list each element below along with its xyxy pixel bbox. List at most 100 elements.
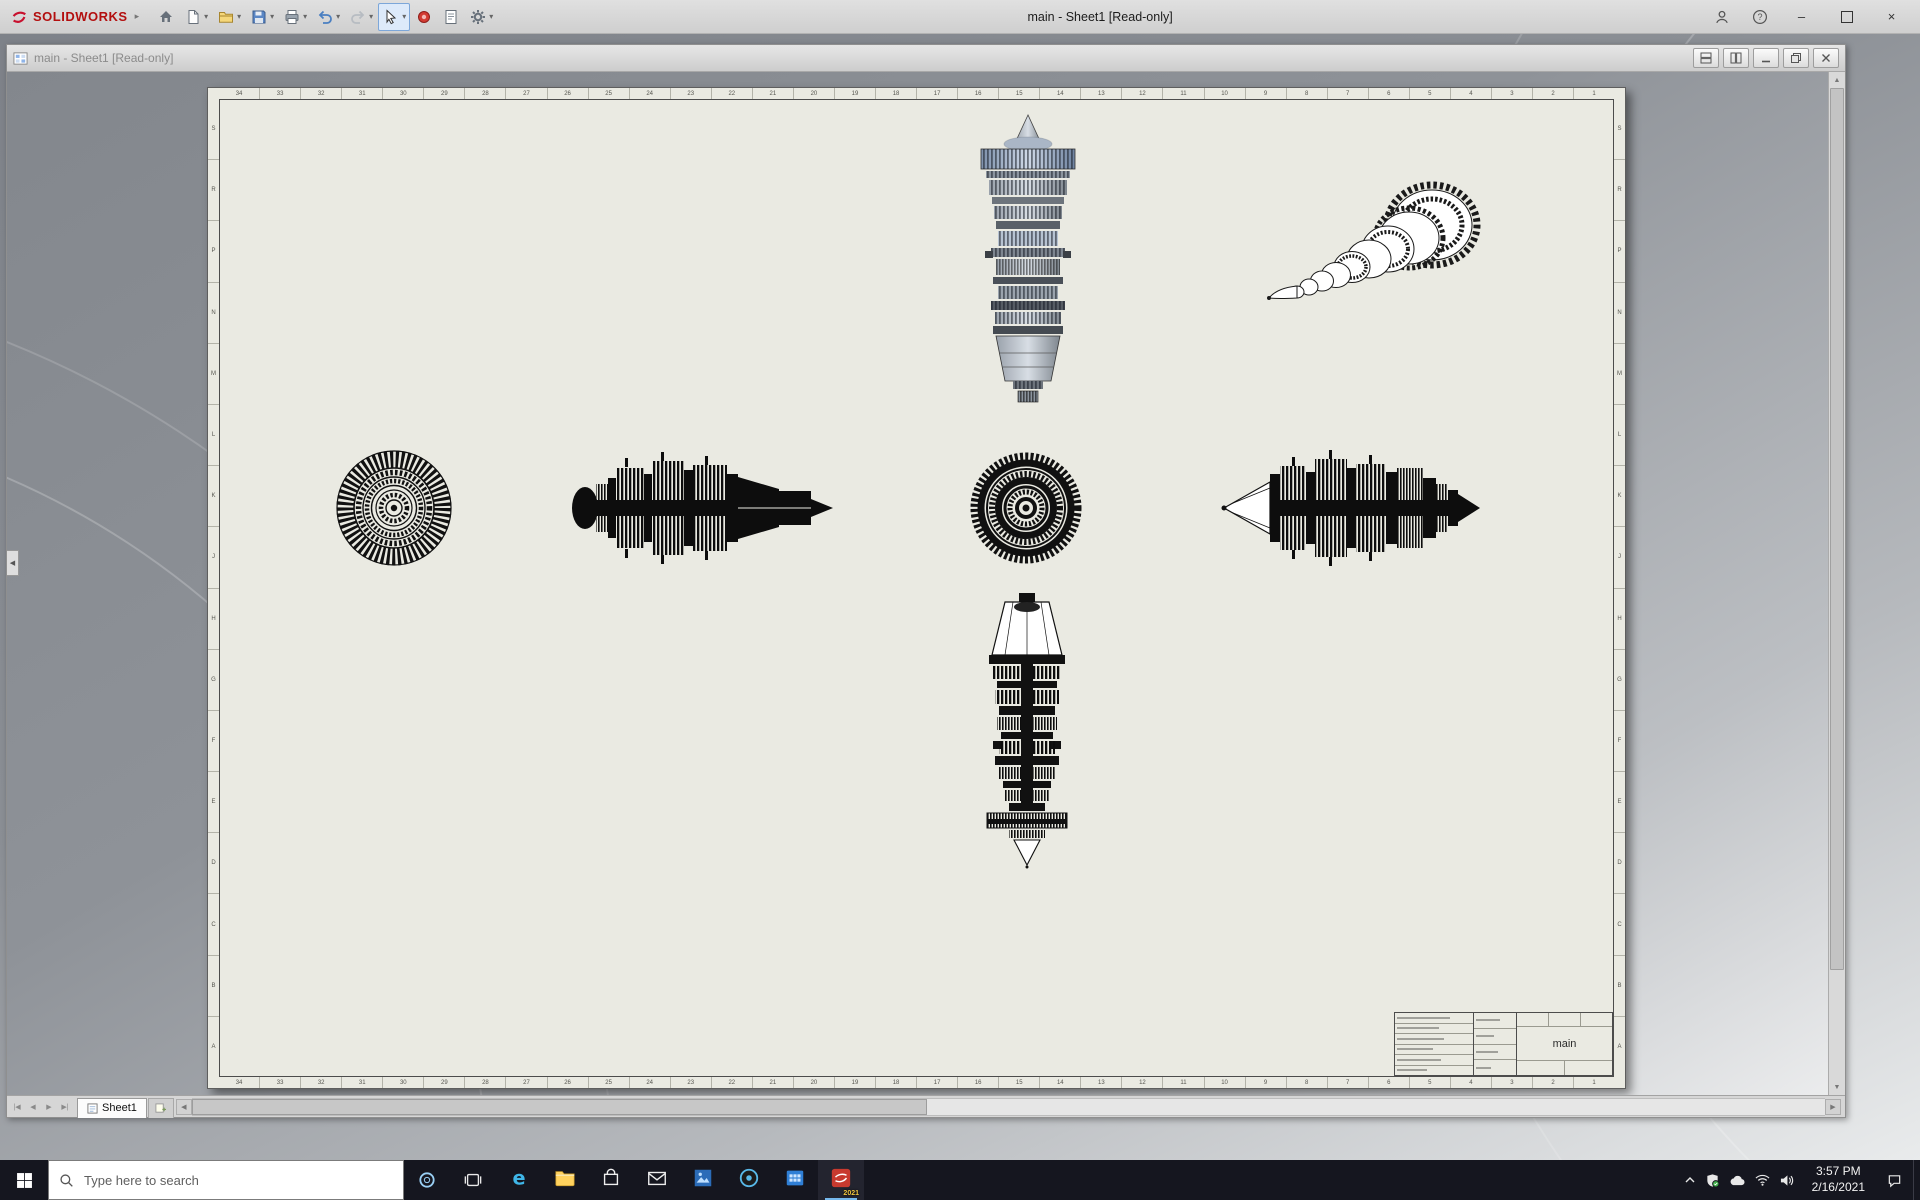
first-sheet-button[interactable]: |◀ — [9, 1099, 25, 1115]
horizontal-scrollbar[interactable]: ◀ ▶ — [175, 1097, 1841, 1116]
windows-security-icon[interactable] — [1705, 1173, 1720, 1188]
tab-sheet1[interactable]: Sheet1 — [77, 1097, 147, 1118]
drawing-sheet[interactable]: 34 33 32 31 30 29 28 27 26 25 24 23 22 21 20 19 18 17 16 15… — [207, 87, 1626, 1089]
media-player-taskbar-button[interactable] — [726, 1160, 772, 1200]
mail-taskbar-button[interactable] — [634, 1160, 680, 1200]
zone-label: K — [1614, 465, 1625, 526]
zone-label: 9 — [1244, 88, 1286, 99]
clock-time: 3:57 PM — [1815, 1164, 1861, 1179]
zone-label: S — [1617, 126, 1622, 133]
file-explorer-taskbar-button[interactable] — [542, 1160, 588, 1200]
drawing-view-front-fan[interactable] — [335, 449, 453, 567]
previous-sheet-button[interactable]: ◀ — [25, 1099, 41, 1115]
redo-icon — [349, 8, 367, 26]
apps-window-taskbar-button[interactable] — [772, 1160, 818, 1200]
microsoft-store-taskbar-button[interactable] — [588, 1160, 634, 1200]
photos-taskbar-button[interactable] — [680, 1160, 726, 1200]
media-player-icon — [738, 1167, 760, 1194]
windows-taskbar: e 2021 3:57 PM 2/16/2021 — [0, 1160, 1920, 1200]
onedrive-icon[interactable] — [1729, 1174, 1746, 1186]
zone-label: 27 — [505, 1077, 546, 1088]
solidworks-logo[interactable]: SOLIDWORKS ▸ — [10, 8, 139, 26]
action-center-icon — [1888, 1174, 1900, 1187]
drawing-view-shaded-front[interactable] — [963, 113, 1093, 408]
volume-icon[interactable] — [1779, 1174, 1794, 1187]
vertical-scrollbar-thumb[interactable] — [1830, 88, 1844, 970]
hidden-icons-icon[interactable] — [1684, 1174, 1696, 1186]
drawing-canvas[interactable]: 34 33 32 31 30 29 28 27 26 25 24 23 22 21 20 19 18 17 16 15… — [7, 72, 1845, 1095]
minimize-button[interactable]: – — [1779, 0, 1824, 33]
start-button[interactable] — [0, 1160, 48, 1200]
menu-expand-arrow-icon[interactable]: ▸ — [135, 11, 140, 22]
zone-label: C — [1614, 893, 1625, 954]
drawing-view-right-side[interactable] — [1214, 444, 1508, 572]
open-button[interactable]: ▾ — [213, 3, 245, 31]
doc-minimize-button[interactable] — [1753, 48, 1779, 68]
zone-label: 10 — [1203, 1077, 1245, 1088]
add-sheet-button[interactable] — [147, 1097, 174, 1118]
dropdown-caret-icon[interactable]: ▾ — [369, 12, 373, 21]
svg-text:?: ? — [1757, 12, 1762, 22]
zone-label: J — [1614, 526, 1625, 587]
doc-restore-icon — [1791, 53, 1801, 63]
save-button[interactable]: ▾ — [246, 3, 278, 31]
last-sheet-button[interactable]: ▶| — [57, 1099, 73, 1115]
rebuild-button[interactable] — [411, 3, 437, 31]
zone-label: 32 — [300, 88, 341, 99]
tile-horizontal-button[interactable] — [1693, 48, 1719, 68]
microsoft-edge-taskbar-button[interactable]: e — [496, 1160, 542, 1200]
help-button[interactable]: ? — [1741, 0, 1779, 33]
home-button[interactable] — [153, 3, 179, 31]
horizontal-scrollbar-track[interactable] — [191, 1097, 1825, 1116]
close-button[interactable]: × — [1869, 0, 1914, 33]
feature-panel-flyout-handle[interactable]: ◀ — [7, 550, 19, 576]
dropdown-caret-icon[interactable]: ▾ — [204, 12, 208, 21]
scroll-right-arrow-icon[interactable]: ▶ — [1825, 1098, 1841, 1115]
drawing-view-front-center[interactable] — [967, 449, 1085, 567]
zone-label: 26 — [546, 88, 588, 99]
cortana-icon — [419, 1172, 435, 1188]
redo-button[interactable]: ▾ — [345, 3, 377, 31]
title-block[interactable]: main — [1394, 1012, 1613, 1076]
task-view-button[interactable] — [450, 1160, 496, 1200]
drawing-view-isometric[interactable] — [1239, 168, 1484, 333]
dropdown-caret-icon[interactable]: ▾ — [336, 12, 340, 21]
document-title-bar[interactable]: main - Sheet1 [Read-only] — [7, 45, 1845, 72]
options-button[interactable]: ▾ — [465, 3, 497, 31]
account-button[interactable] — [1703, 0, 1741, 33]
scroll-up-arrow-icon[interactable]: ▲ — [1829, 72, 1845, 88]
tile-vertical-button[interactable] — [1723, 48, 1749, 68]
cortana-button[interactable] — [404, 1160, 450, 1200]
dropdown-caret-icon[interactable]: ▾ — [489, 12, 493, 21]
new-button[interactable]: ▾ — [180, 3, 212, 31]
dropdown-caret-icon[interactable]: ▾ — [270, 12, 274, 21]
doc-close-button[interactable] — [1813, 48, 1839, 68]
dropdown-caret-icon[interactable]: ▾ — [402, 12, 406, 21]
taskbar-search[interactable] — [48, 1160, 404, 1200]
show-desktop-button[interactable] — [1913, 1160, 1920, 1200]
scroll-down-arrow-icon[interactable]: ▼ — [1829, 1079, 1845, 1095]
maximize-button[interactable] — [1824, 0, 1869, 33]
zone-label: F — [208, 709, 219, 771]
dropdown-caret-icon[interactable]: ▾ — [237, 12, 241, 21]
zone-label: 25 — [587, 1077, 629, 1088]
zone-label: 14 — [1039, 1077, 1080, 1088]
drawing-view-left-side[interactable] — [565, 444, 859, 572]
dropdown-caret-icon[interactable]: ▾ — [303, 12, 307, 21]
drawing-view-bottom[interactable] — [969, 591, 1086, 885]
doc-restore-button[interactable] — [1783, 48, 1809, 68]
horizontal-scrollbar-thumb[interactable] — [191, 1098, 927, 1115]
action-center-button[interactable] — [1875, 1160, 1913, 1200]
file-properties-button[interactable] — [438, 3, 464, 31]
taskbar-clock[interactable]: 3:57 PM 2/16/2021 — [1802, 1160, 1875, 1200]
network-icon[interactable] — [1755, 1174, 1770, 1186]
select-button[interactable]: ▾ — [378, 2, 411, 31]
vertical-scrollbar[interactable]: ▲ ▼ — [1828, 72, 1845, 1095]
undo-button[interactable]: ▾ — [312, 3, 344, 31]
search-input[interactable] — [82, 1171, 393, 1189]
title-block-main-area: main — [1517, 1013, 1612, 1075]
next-sheet-button[interactable]: ▶ — [41, 1099, 57, 1115]
print-button[interactable]: ▾ — [279, 3, 311, 31]
solidworks-taskbar-button[interactable]: 2021 — [818, 1160, 864, 1200]
scroll-left-arrow-icon[interactable]: ◀ — [175, 1098, 192, 1115]
